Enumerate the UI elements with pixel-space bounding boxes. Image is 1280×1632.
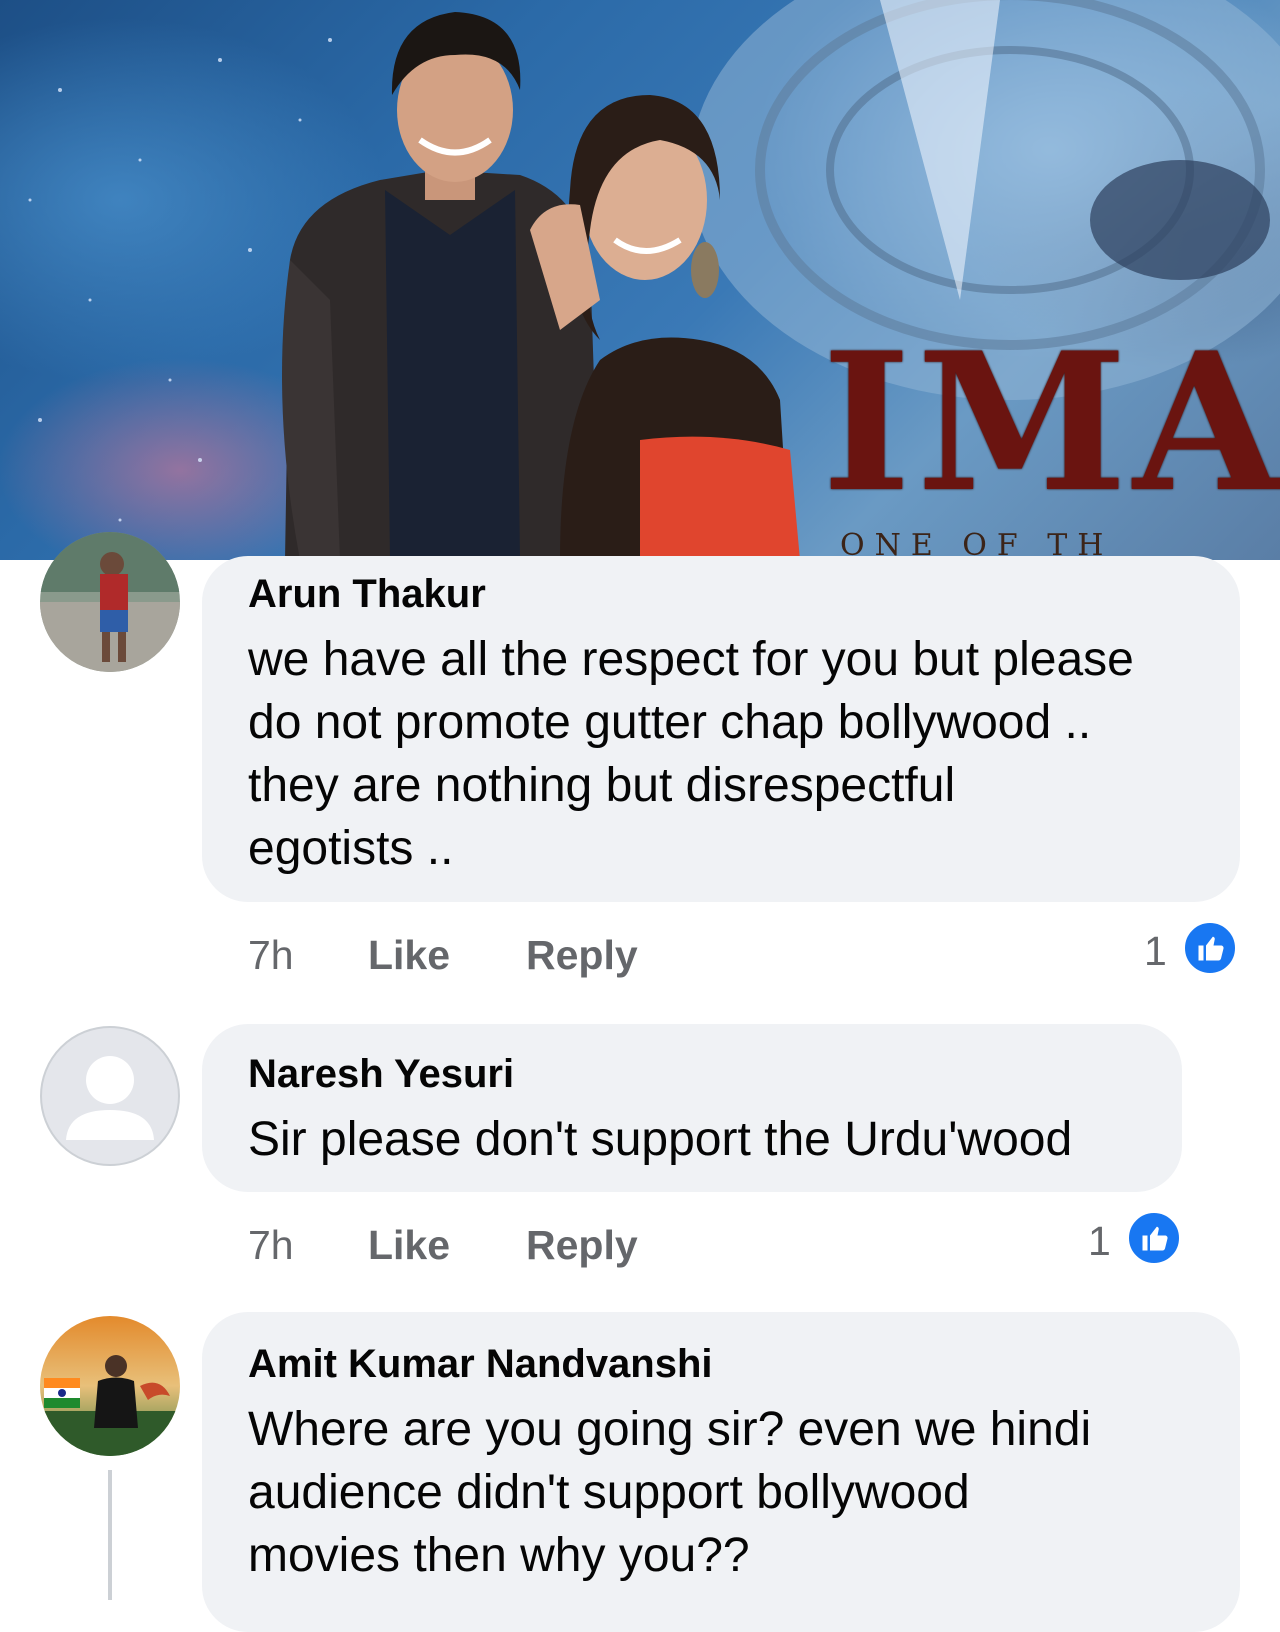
- comment-text-line: we have all the respect for you but plea…: [248, 633, 1134, 686]
- comment-text-line: audience didn't support bollywood: [248, 1466, 970, 1519]
- reply-thread-line: [108, 1470, 112, 1600]
- like-button[interactable]: Like: [368, 932, 450, 979]
- comment-text-line: they are nothing but disrespectful: [248, 759, 956, 812]
- reaction-count[interactable]: 1: [1088, 1218, 1111, 1265]
- avatar[interactable]: [40, 1316, 180, 1456]
- comment-author[interactable]: Amit Kumar Nandvanshi: [248, 1342, 713, 1387]
- comment-text: Where are you going sir? even we hindi a…: [248, 1398, 1228, 1587]
- reaction-count[interactable]: 1: [1144, 928, 1167, 975]
- comment-text-line: Sir please don't support the Urdu'wood: [248, 1113, 1073, 1166]
- avatar[interactable]: [40, 532, 180, 672]
- comment-time[interactable]: 7h: [248, 1222, 294, 1269]
- comment-text-line: Where are you going sir? even we hindi: [248, 1403, 1092, 1456]
- comment-text: Sir please don't support the Urdu'wood: [248, 1108, 1168, 1171]
- thumbs-up-icon[interactable]: [1126, 1210, 1182, 1266]
- comment-author[interactable]: Arun Thakur: [248, 572, 486, 617]
- post-photo[interactable]: IMAS ONE OF TH: [0, 0, 1280, 560]
- comment-text-line: do not promote gutter chap bollywood ..: [248, 696, 1092, 749]
- default-avatar-icon: [66, 1056, 154, 1140]
- poster-title: IMAS: [822, 311, 1280, 534]
- avatar[interactable]: [40, 1026, 180, 1166]
- thumbs-up-icon[interactable]: [1182, 920, 1238, 976]
- user-photo-avatar-icon: [40, 1316, 180, 1456]
- like-button[interactable]: Like: [368, 1222, 450, 1269]
- comment-text-line: egotists ..: [248, 822, 454, 875]
- comment-time[interactable]: 7h: [248, 932, 294, 979]
- comment-author[interactable]: Naresh Yesuri: [248, 1052, 514, 1097]
- reply-button[interactable]: Reply: [526, 932, 638, 979]
- user-photo-avatar-icon: [40, 532, 180, 672]
- comment-text: we have all the respect for you but plea…: [248, 628, 1228, 880]
- comment-text-line: movies then why you??: [248, 1529, 750, 1582]
- reply-button[interactable]: Reply: [526, 1222, 638, 1269]
